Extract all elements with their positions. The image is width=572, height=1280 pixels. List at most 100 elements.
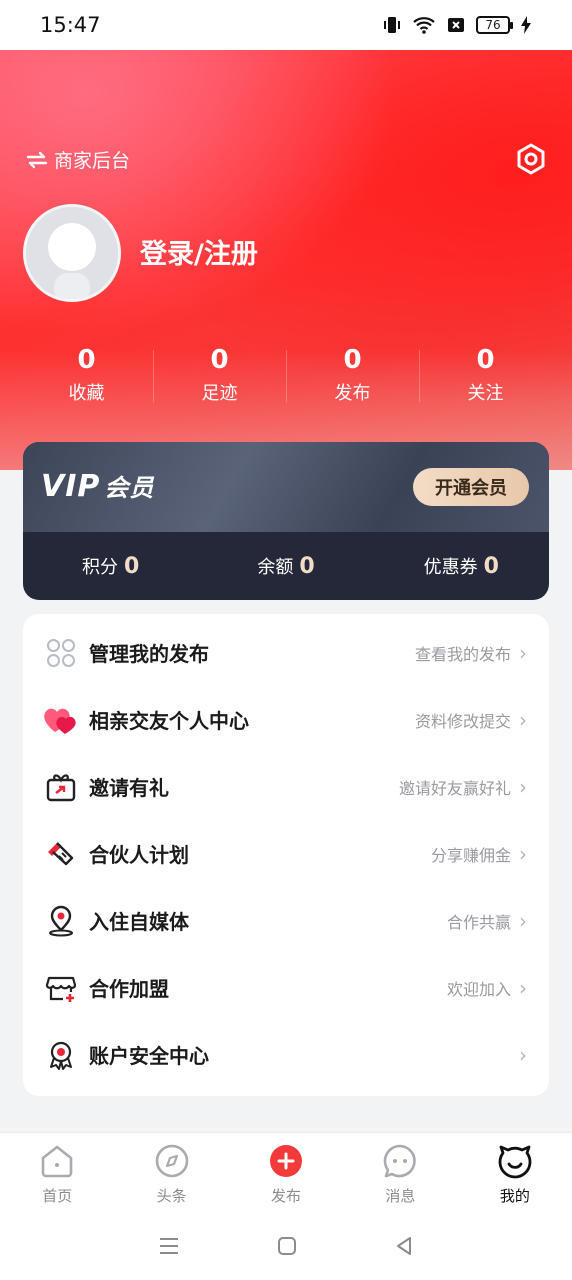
tab-label: 消息 — [385, 1187, 416, 1205]
vip-stats: 积分 0 余额 0 优惠券 0 — [23, 532, 549, 600]
chevron-right-icon: › — [519, 841, 527, 866]
profile-stats: 0 收藏 0 足迹 0 发布 0 关注 — [20, 340, 552, 408]
vip-stat-label: 余额 — [257, 557, 294, 578]
vip-stat-value: 0 — [483, 554, 499, 579]
stat-posts[interactable]: 0 发布 — [286, 340, 419, 408]
gift-icon — [43, 769, 79, 805]
menu-item-manage-posts[interactable]: 管理我的发布 查看我的发布 › — [23, 619, 549, 686]
grid-icon — [43, 635, 79, 671]
vip-stat-balance[interactable]: 余额 0 — [198, 553, 373, 579]
status-bar: 15:47 76 — [0, 0, 572, 50]
menu-card: 管理我的发布 查看我的发布 › 相亲交友个人中心 资料修改提交 › 邀请有礼 邀… — [23, 614, 549, 1096]
swap-icon — [26, 151, 48, 168]
menu-hint: 欢迎加入 — [446, 979, 511, 999]
default-avatar-icon — [26, 207, 118, 299]
menu-label: 合伙人计划 — [89, 843, 189, 867]
menu-hint: 资料修改提交 — [414, 711, 511, 731]
badge-icon — [43, 1037, 79, 1073]
menu-label: 账户安全中心 — [89, 1044, 209, 1068]
stat-history[interactable]: 0 足迹 — [153, 340, 286, 408]
chevron-right-icon: › — [519, 640, 527, 665]
stat-label: 发布 — [334, 383, 371, 404]
menu-hint: 分享赚佣金 — [430, 845, 511, 865]
battery-icon: 76 — [476, 16, 513, 34]
stat-label: 足迹 — [201, 383, 238, 404]
menu-hint: 合作共赢 — [446, 912, 511, 932]
vip-stat-label: 积分 — [82, 557, 118, 578]
open-membership-button[interactable]: 开通会员 — [413, 468, 529, 506]
bottom-tab-bar: 首页 头条 发布 消息 我的 — [0, 1132, 572, 1212]
menu-label: 相亲交友个人中心 — [89, 709, 249, 733]
vip-stat-label: 优惠券 — [423, 557, 478, 578]
stat-value: 0 — [343, 345, 362, 375]
menu-label: 邀请有礼 — [89, 776, 169, 800]
handshake-icon — [43, 836, 79, 872]
wifi-icon — [413, 17, 435, 34]
vip-stat-value: 0 — [299, 554, 315, 579]
chevron-right-icon: › — [519, 774, 527, 799]
vip-title: VIP 会员 — [41, 468, 154, 504]
merchant-backend-link[interactable]: 商家后台 — [26, 146, 130, 173]
menu-hint: 查看我的发布 — [414, 644, 511, 664]
chevron-right-icon: › — [519, 908, 527, 933]
location-pin-icon — [43, 903, 79, 939]
stat-label: 关注 — [467, 383, 504, 404]
vip-stat-value: 0 — [124, 554, 140, 579]
merchant-label: 商家后台 — [54, 150, 131, 172]
menu-item-partner-plan[interactable]: 合伙人计划 分享赚佣金 › — [23, 820, 549, 887]
compass-icon — [154, 1143, 190, 1179]
tab-messages[interactable]: 消息 — [343, 1133, 457, 1212]
charging-icon — [521, 16, 531, 34]
menu-item-account-security[interactable]: 账户安全中心 › — [23, 1021, 549, 1088]
stat-favorites[interactable]: 0 收藏 — [20, 340, 153, 408]
battery-level: 76 — [485, 18, 501, 32]
system-nav-bar — [0, 1212, 572, 1280]
settings-hexagon-icon[interactable] — [514, 142, 548, 176]
chevron-right-icon: › — [519, 975, 527, 1000]
vip-stat-points[interactable]: 积分 0 — [23, 553, 198, 579]
menu-label: 入住自媒体 — [89, 910, 189, 934]
stat-value: 0 — [210, 345, 229, 375]
vip-card: VIP 会员 开通会员 积分 0 余额 0 优惠券 0 — [23, 442, 549, 600]
home-square-icon[interactable] — [276, 1235, 298, 1257]
tab-label: 头条 — [156, 1187, 187, 1205]
menu-hint: 邀请好友赢好礼 — [398, 778, 511, 798]
hearts-icon — [43, 702, 79, 738]
avatar[interactable] — [23, 204, 121, 302]
store-plus-icon — [43, 970, 79, 1006]
vip-title-cn: 会员 — [104, 474, 155, 502]
face-icon — [497, 1143, 533, 1179]
stat-value: 0 — [476, 345, 495, 375]
stat-label: 收藏 — [68, 383, 105, 404]
home-icon — [39, 1143, 75, 1179]
menu-item-franchise[interactable]: 合作加盟 欢迎加入 › — [23, 954, 549, 1021]
menu-label: 合作加盟 — [89, 977, 169, 1001]
tab-home[interactable]: 首页 — [0, 1133, 114, 1212]
stat-following[interactable]: 0 关注 — [419, 340, 552, 408]
tab-label: 首页 — [42, 1187, 73, 1205]
vip-title-en: VIP — [41, 469, 101, 504]
stat-value: 0 — [77, 345, 96, 375]
menu-item-dating-center[interactable]: 相亲交友个人中心 资料修改提交 › — [23, 686, 549, 753]
status-icons: 76 — [382, 15, 532, 35]
tab-headlines[interactable]: 头条 — [114, 1133, 228, 1212]
vip-banner: VIP 会员 开通会员 — [23, 442, 549, 532]
chat-icon — [382, 1143, 418, 1179]
plus-icon — [268, 1143, 304, 1179]
vibrate-icon — [384, 17, 400, 33]
tab-label: 我的 — [499, 1187, 530, 1205]
menu-label: 管理我的发布 — [89, 642, 209, 666]
back-triangle-icon[interactable] — [393, 1235, 415, 1257]
tab-mine[interactable]: 我的 — [458, 1133, 572, 1212]
tab-publish[interactable]: 发布 — [229, 1133, 343, 1212]
no-sim-icon — [448, 18, 464, 32]
menu-item-invite[interactable]: 邀请有礼 邀请好友赢好礼 › — [23, 753, 549, 820]
status-time: 15:47 — [40, 13, 101, 37]
menu-item-self-media[interactable]: 入住自媒体 合作共赢 › — [23, 887, 549, 954]
chevron-right-icon: › — [519, 1042, 527, 1067]
menu-lines-icon[interactable] — [157, 1235, 181, 1257]
vip-stat-coupons[interactable]: 优惠券 0 — [374, 553, 549, 579]
chevron-right-icon: › — [519, 707, 527, 732]
login-register-link[interactable]: 登录/注册 — [140, 232, 258, 271]
tab-label: 发布 — [271, 1187, 302, 1205]
